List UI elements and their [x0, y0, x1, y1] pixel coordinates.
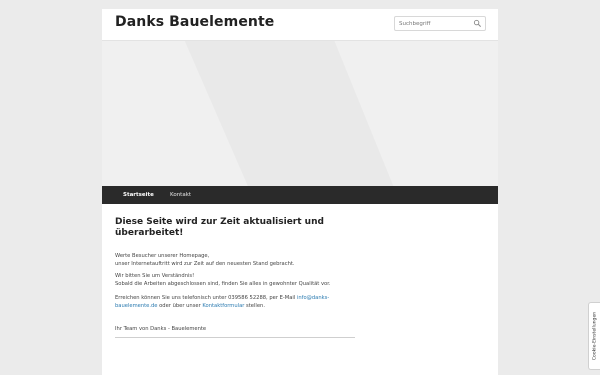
search-input[interactable] — [395, 17, 475, 30]
nav-item-startseite[interactable]: Startseite — [123, 186, 154, 204]
main-navigation: Startseite Kontakt — [102, 186, 498, 204]
cookie-settings-label: Cookie-Einstellungen — [592, 311, 597, 361]
notice-line-2: Sobald die Arbeiten abgeschlossen sind, … — [115, 281, 331, 287]
signature: Ihr Team von Danks - Bauelemente — [115, 326, 207, 332]
cookie-settings-button[interactable]: Cookie-Einstellungen — [588, 302, 600, 370]
page-title: Diese Seite wird zur Zeit aktualisiert u… — [115, 217, 324, 238]
content-divider — [115, 337, 355, 338]
nav-item-kontakt[interactable]: Kontakt — [170, 186, 191, 204]
intro-line-2: unser Internetauftritt wird zur Zeit auf… — [115, 261, 295, 267]
intro-line-1: Werte Besucher unserer Homepage, — [115, 253, 210, 259]
notice-line-1: Wir bitten Sie um Verständnis! — [115, 273, 195, 279]
site-title[interactable]: Danks Bauelemente — [115, 14, 274, 30]
contact-text-middle: oder über unser — [157, 303, 203, 309]
contact-paragraph: Erreichen können Sie uns telefonisch unt… — [115, 294, 351, 310]
contact-form-link[interactable]: Kontaktformular — [202, 303, 244, 309]
contact-text-prefix: Erreichen können Sie uns telefonisch unt… — [115, 295, 297, 301]
main-content: Diese Seite wird zur Zeit aktualisiert u… — [102, 204, 498, 375]
page-container: Danks Bauelemente Startseite Kontakt Die… — [102, 9, 498, 375]
search-icon[interactable] — [473, 19, 482, 28]
intro-paragraph: Werte Besucher unserer Homepage, unser I… — [115, 252, 365, 268]
hero-banner — [102, 41, 498, 186]
site-header: Danks Bauelemente — [102, 9, 498, 41]
notice-paragraph: Wir bitten Sie um Verständnis! Sobald di… — [115, 272, 365, 288]
search-box — [394, 16, 486, 31]
contact-text-suffix: stellen. — [244, 303, 265, 309]
